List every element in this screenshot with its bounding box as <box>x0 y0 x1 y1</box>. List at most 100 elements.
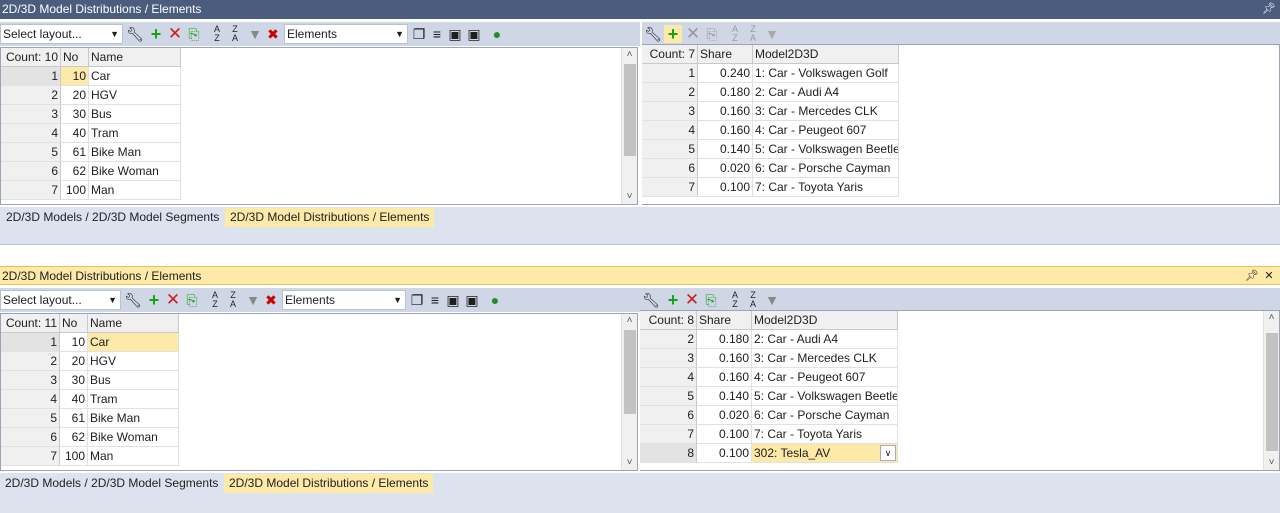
table-row[interactable]: 2 0.180 2: Car - Audi A4 <box>642 83 899 102</box>
tab-models-segments[interactable]: 2D/3D Models / 2D/3D Model Segments <box>0 474 223 493</box>
user-icon[interactable]: ● <box>486 291 504 309</box>
cell-name[interactable]: HGV <box>88 352 179 371</box>
cell-no[interactable]: 62 <box>61 162 89 181</box>
duplicate-icon[interactable]: ⎘ <box>702 291 720 309</box>
scrollbar-thumb[interactable] <box>1266 333 1278 451</box>
scrollbar-thumb[interactable] <box>624 330 636 414</box>
cell-share[interactable]: 0.160 <box>697 349 752 368</box>
duplicate-icon[interactable]: ⎘ <box>185 25 203 43</box>
cell-model2d3d[interactable]: 3: Car - Mercedes CLK <box>752 349 898 368</box>
layout-select[interactable]: Select layout... ▼ <box>0 290 121 310</box>
table-row[interactable]: 8 0.100 302: Tesla_AV ∨ <box>640 444 898 463</box>
cell-model2d3d[interactable]: 3: Car - Mercedes CLK <box>753 102 899 121</box>
cell-model2d3d[interactable]: 5: Car - Volkswagen Beetle <box>752 387 898 406</box>
table-row[interactable]: 4 40 Tram <box>1 390 179 409</box>
cell-share[interactable]: 0.160 <box>697 368 752 387</box>
add-icon[interactable]: + <box>145 291 163 309</box>
sort-az-icon[interactable]: AZ <box>726 25 744 43</box>
table-row[interactable]: 1 10 Car <box>1 67 181 86</box>
cell-share[interactable]: 0.020 <box>698 159 753 178</box>
cell-name[interactable]: Tram <box>89 124 181 143</box>
table-row[interactable]: 4 0.160 4: Car - Peugeot 607 <box>640 368 898 387</box>
row-number[interactable]: 5 <box>1 409 60 428</box>
filter-icon[interactable]: ▼ <box>763 25 781 43</box>
wrench-icon[interactable]: 🔧︎ <box>644 25 662 43</box>
list-select[interactable]: Elements ▼ <box>282 290 406 310</box>
table-row[interactable]: 1 10 Car <box>1 333 179 352</box>
row-number[interactable]: 3 <box>1 371 60 390</box>
cell-share[interactable]: 0.160 <box>698 121 753 140</box>
table-row[interactable]: 6 0.020 6: Car - Porsche Cayman <box>642 159 899 178</box>
table-row[interactable]: 1 0.240 1: Car - Volkswagen Golf <box>642 64 899 83</box>
column-header-share[interactable]: Share <box>697 311 752 330</box>
chevron-down-icon[interactable]: ˅ <box>1264 456 1279 470</box>
table-row[interactable]: 2 0.180 2: Car - Audi A4 <box>640 330 898 349</box>
row-number[interactable]: 6 <box>640 406 697 425</box>
cell-name[interactable]: Bus <box>89 105 181 124</box>
cell-no[interactable]: 40 <box>61 124 89 143</box>
table-row[interactable]: 3 30 Bus <box>1 105 181 124</box>
cell-no[interactable]: 61 <box>60 409 88 428</box>
close-icon[interactable]: ✕ <box>1262 267 1276 286</box>
cell-name[interactable]: Tram <box>88 390 179 409</box>
vertical-scrollbar[interactable]: ˄ ˅ <box>621 314 637 470</box>
table-row[interactable]: 2 20 HGV <box>1 352 179 371</box>
scrollbar-thumb[interactable] <box>624 64 636 156</box>
cell-no[interactable]: 20 <box>60 352 88 371</box>
count-header[interactable]: Count: 10 <box>1 48 61 67</box>
cell-no[interactable]: 100 <box>60 447 88 466</box>
add-icon[interactable]: + <box>664 25 682 43</box>
row-number[interactable]: 2 <box>640 330 697 349</box>
cell-share[interactable]: 0.100 <box>698 178 753 197</box>
save-icon[interactable]: ▣ <box>444 291 462 309</box>
wrench-icon[interactable]: 🔧︎ <box>642 291 660 309</box>
cell-name[interactable]: Bike Woman <box>88 428 179 447</box>
save-as-icon[interactable]: ▣ <box>465 25 483 43</box>
cell-share[interactable]: 0.140 <box>698 140 753 159</box>
user-icon[interactable]: ● <box>488 25 506 43</box>
cell-no[interactable]: 20 <box>61 86 89 105</box>
cell-model2d3d[interactable]: 7: Car - Toyota Yaris <box>752 425 898 444</box>
chevron-down-icon[interactable]: ˅ <box>622 190 637 204</box>
table-row[interactable]: 5 61 Bike Man <box>1 409 179 428</box>
row-number[interactable]: 5 <box>640 387 697 406</box>
cell-share[interactable]: 0.160 <box>698 102 753 121</box>
row-number[interactable]: 1 <box>642 64 698 83</box>
table-row[interactable]: 6 62 Bike Woman <box>1 428 179 447</box>
clear-filter-icon[interactable]: ✖ <box>264 25 282 43</box>
list-select[interactable]: Elements ▼ <box>284 24 408 44</box>
cell-share[interactable]: 0.100 <box>697 444 752 463</box>
tab-models-segments[interactable]: 2D/3D Models / 2D/3D Model Segments <box>1 208 224 227</box>
clear-filter-icon[interactable]: ✖ <box>262 291 280 309</box>
sort-az-icon[interactable]: AZ <box>208 25 226 43</box>
cell-share[interactable]: 0.140 <box>697 387 752 406</box>
duplicate-icon[interactable]: ⎘ <box>703 25 721 43</box>
row-number[interactable]: 1 <box>1 67 61 86</box>
delete-icon[interactable]: ✕ <box>683 291 701 309</box>
sort-az-icon[interactable]: AZ <box>206 291 224 309</box>
cell-model2d3d[interactable]: 4: Car - Peugeot 607 <box>752 368 898 387</box>
cell-model2d3d[interactable]: 6: Car - Porsche Cayman <box>752 406 898 425</box>
cell-name[interactable]: Bike Woman <box>89 162 181 181</box>
row-number[interactable]: 7 <box>640 425 697 444</box>
cell-no[interactable]: 62 <box>60 428 88 447</box>
row-number[interactable]: 4 <box>640 368 697 387</box>
table-row[interactable]: 4 0.160 4: Car - Peugeot 607 <box>642 121 899 140</box>
table-row[interactable]: 7 100 Man <box>1 447 179 466</box>
row-number[interactable]: 3 <box>642 102 698 121</box>
save-icon[interactable]: ▣ <box>446 25 464 43</box>
column-header-name[interactable]: Name <box>88 314 179 333</box>
chevron-up-icon[interactable]: ˄ <box>1264 311 1279 325</box>
cell-no[interactable]: 30 <box>60 371 88 390</box>
delete-icon[interactable]: ✕ <box>164 291 182 309</box>
cell-model2d3d[interactable]: 2: Car - Audi A4 <box>752 330 898 349</box>
cell-no[interactable]: 10 <box>60 333 88 352</box>
cell-name[interactable]: Car <box>88 333 179 352</box>
cell-share[interactable]: 0.240 <box>698 64 753 83</box>
row-number[interactable]: 2 <box>1 352 60 371</box>
table-row[interactable]: 7 100 Man <box>1 181 181 200</box>
count-header[interactable]: Count: 11 <box>1 314 60 333</box>
pin-icon[interactable]: 📌︎ <box>1262 0 1276 19</box>
add-icon[interactable]: + <box>147 25 165 43</box>
cell-name[interactable]: Man <box>88 447 179 466</box>
